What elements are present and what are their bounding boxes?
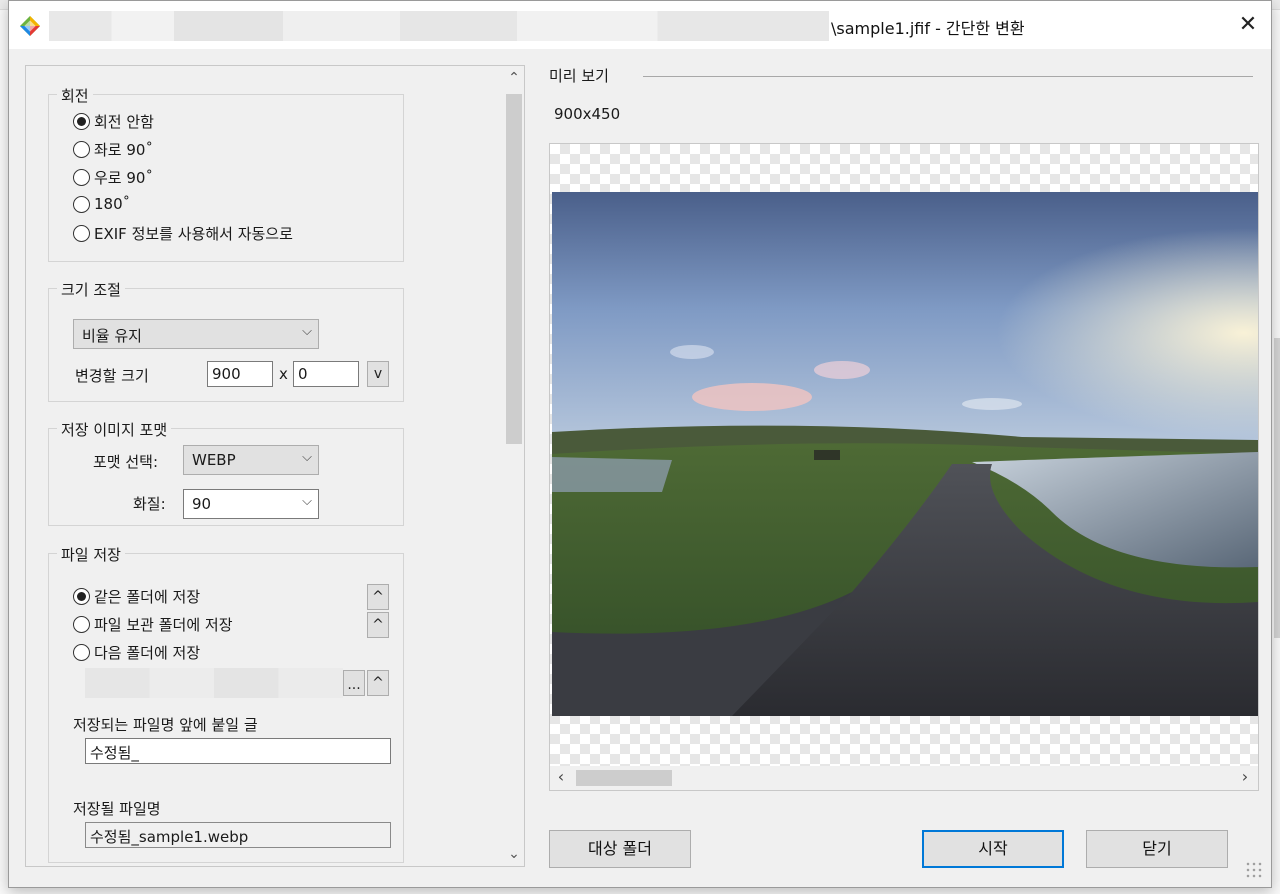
target-folder-button[interactable]: 대상 폴더	[549, 830, 691, 868]
preview-scroll-thumb[interactable]	[576, 770, 672, 786]
filename-label: 저장될 파일명	[73, 800, 161, 818]
resize-group: 크기 조절 비율 유지 ⌵ 변경할 크기 900 x 0 v	[48, 279, 404, 402]
save-group: 파일 저장 같은 폴더에 저장 ^ 파일 보관 폴더에 저장 ^ 다음 폴더에 …	[48, 544, 404, 863]
radio-rotate-right[interactable]: 우로 90˚	[73, 167, 153, 188]
radio-label: 회전 안함	[94, 113, 154, 131]
radio-unselected-icon	[73, 169, 90, 186]
scroll-up-icon[interactable]: ⌃	[504, 66, 524, 90]
settings-pane: 회전 회전 안함 좌로 90˚ 우로 90˚ 180˚ EXIF 정보를 사용해…	[25, 65, 525, 867]
scroll-down-icon[interactable]: ⌄	[504, 842, 524, 866]
prefix-label: 저장되는 파일명 앞에 붙일 글	[73, 716, 258, 734]
title-bar: \sample1.jfif - 간단한 변환 ✕	[9, 1, 1271, 49]
radio-rotate-left[interactable]: 좌로 90˚	[73, 139, 153, 160]
close-icon: ✕	[1238, 12, 1258, 37]
radio-label: 다음 폴더에 저장	[94, 644, 201, 662]
radio-no-rotation[interactable]: 회전 안함	[73, 111, 154, 132]
radio-selected-icon	[73, 588, 90, 605]
preview-horizontal-scrollbar[interactable]: ‹ ›	[550, 766, 1258, 790]
preview-dimensions: 900x450	[554, 105, 621, 123]
format-label: 포맷 선택:	[93, 453, 159, 471]
title-path-redacted	[49, 11, 829, 41]
radio-unselected-icon	[73, 225, 90, 242]
radio-unselected-icon	[73, 141, 90, 158]
settings-scrollbar[interactable]: ⌃ ⌄	[504, 66, 524, 866]
preview-image	[552, 192, 1258, 716]
preview-canvas[interactable]: ‹ ›	[549, 143, 1259, 791]
chevron-down-icon: ⌵	[302, 324, 312, 339]
same-folder-up-button[interactable]: ^	[367, 584, 389, 610]
radio-label: 좌로 90˚	[94, 141, 153, 159]
size-label: 변경할 크기	[75, 367, 149, 385]
radio-label: 파일 보관 폴더에 저장	[94, 616, 233, 634]
preview-label: 미리 보기	[549, 67, 609, 85]
save-legend: 파일 저장	[57, 544, 125, 565]
quality-select[interactable]: 90 ⌵	[183, 489, 319, 519]
preview-divider	[643, 76, 1253, 77]
resize-mode-value: 비율 유지	[82, 327, 142, 345]
radio-custom-folder[interactable]: 다음 폴더에 저장	[73, 642, 200, 663]
custom-folder-up-button[interactable]: ^	[367, 670, 389, 696]
start-button[interactable]: 시작	[922, 830, 1064, 868]
prefix-input[interactable]: 수정됨_	[85, 738, 391, 764]
width-input[interactable]: 900	[207, 361, 273, 387]
radio-label: 같은 폴더에 저장	[94, 588, 201, 606]
rotation-group: 회전 회전 안함 좌로 90˚ 우로 90˚ 180˚ EXIF 정보를 사용해…	[48, 85, 404, 262]
simple-convert-dialog: \sample1.jfif - 간단한 변환 ✕ 회전 회전 안함 좌로 90˚…	[8, 0, 1272, 888]
radio-rotate-180[interactable]: 180˚	[73, 195, 130, 213]
rotation-legend: 회전	[57, 85, 93, 106]
format-value: WEBP	[192, 451, 236, 469]
archive-folder-up-button[interactable]: ^	[367, 612, 389, 638]
close-window-button[interactable]: ✕	[1235, 13, 1261, 39]
radio-unselected-icon	[73, 616, 90, 633]
format-legend: 저장 이미지 포맷	[57, 419, 172, 440]
scroll-right-icon[interactable]: ›	[1234, 766, 1256, 790]
format-select[interactable]: WEBP ⌵	[183, 445, 319, 475]
app-diamond-icon	[20, 16, 40, 36]
radio-label: EXIF 정보를 사용해서 자동으로	[94, 225, 293, 243]
browse-folder-button[interactable]: ...	[343, 670, 365, 696]
radio-label: 180˚	[94, 195, 131, 213]
filename-output: 수정됨_sample1.webp	[85, 822, 391, 848]
close-button[interactable]: 닫기	[1086, 830, 1228, 868]
size-separator: x	[279, 365, 288, 383]
scroll-left-icon[interactable]: ‹	[550, 766, 572, 790]
radio-unselected-icon	[73, 644, 90, 661]
radio-archive-folder[interactable]: 파일 보관 폴더에 저장	[73, 614, 233, 635]
radio-selected-icon	[73, 113, 90, 130]
custom-folder-path-redacted[interactable]	[85, 668, 343, 698]
radio-exif-auto[interactable]: EXIF 정보를 사용해서 자동으로	[73, 223, 293, 244]
scroll-thumb[interactable]	[506, 94, 522, 444]
radio-same-folder[interactable]: 같은 폴더에 저장	[73, 586, 200, 607]
chevron-down-icon: ⌵	[302, 494, 312, 509]
height-input[interactable]: 0	[293, 361, 359, 387]
background-panel-edge	[1274, 338, 1280, 638]
quality-label: 화질:	[133, 495, 166, 513]
resize-mode-select[interactable]: 비율 유지 ⌵	[73, 319, 319, 349]
format-group: 저장 이미지 포맷 포맷 선택: WEBP ⌵ 화질: 90 ⌵	[48, 419, 404, 526]
resize-grip-icon[interactable]	[1245, 861, 1263, 879]
window-title: \sample1.jfif - 간단한 변환	[831, 19, 1025, 38]
radio-label: 우로 90˚	[94, 169, 153, 187]
quality-value: 90	[192, 495, 212, 513]
resize-legend: 크기 조절	[57, 279, 125, 300]
radio-unselected-icon	[73, 195, 90, 213]
size-preset-button[interactable]: v	[367, 361, 389, 387]
chevron-down-icon: ⌵	[302, 450, 312, 465]
